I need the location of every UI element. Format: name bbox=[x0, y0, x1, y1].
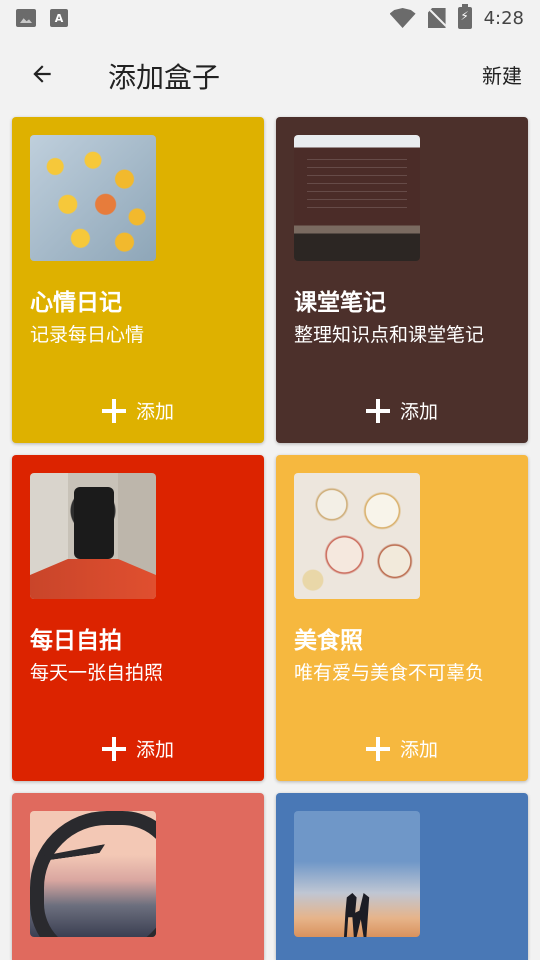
plus-icon bbox=[366, 736, 390, 761]
class-notes-thumbnail bbox=[294, 135, 420, 261]
no-sim-icon bbox=[427, 8, 446, 28]
card-title: 课堂笔记 bbox=[294, 290, 386, 316]
airplane-window-thumbnail bbox=[30, 811, 156, 937]
add-button[interactable]: 添加 bbox=[366, 735, 438, 762]
card-title: 每日自拍 bbox=[30, 628, 122, 654]
app-notification-icon: A bbox=[50, 9, 68, 27]
box-card-mood-diary[interactable]: 心情日记 记录每日心情 添加 bbox=[12, 117, 264, 443]
plus-icon bbox=[102, 398, 126, 423]
card-subtitle: 记录每日心情 bbox=[30, 324, 145, 346]
add-label: 添加 bbox=[136, 739, 175, 761]
image-notification-icon bbox=[16, 9, 36, 27]
add-label: 添加 bbox=[400, 401, 439, 423]
food-photos-thumbnail bbox=[294, 473, 420, 599]
add-button[interactable]: 添加 bbox=[102, 397, 174, 424]
sunset-couple-thumbnail bbox=[294, 811, 420, 937]
add-button[interactable]: 添加 bbox=[366, 397, 438, 424]
add-label: 添加 bbox=[400, 739, 439, 761]
page-title: 添加盒子 bbox=[108, 61, 221, 94]
card-subtitle: 唯有爱与美食不可辜负 bbox=[294, 662, 485, 684]
box-card-couple[interactable] bbox=[276, 793, 528, 960]
box-card-class-notes[interactable]: 课堂笔记 整理知识点和课堂笔记 添加 bbox=[276, 117, 528, 443]
wifi-icon bbox=[389, 8, 416, 28]
box-card-daily-selfie[interactable]: 每日自拍 每天一张自拍照 添加 bbox=[12, 455, 264, 781]
add-label: 添加 bbox=[136, 401, 175, 423]
card-subtitle: 每天一张自拍照 bbox=[30, 662, 164, 684]
box-card-travel[interactable] bbox=[12, 793, 264, 960]
plus-icon bbox=[102, 736, 126, 761]
daily-selfie-thumbnail bbox=[30, 473, 156, 599]
plus-icon bbox=[366, 398, 390, 423]
mood-diary-thumbnail bbox=[30, 135, 156, 261]
card-title: 心情日记 bbox=[30, 290, 122, 316]
status-bar: A 4:28 bbox=[0, 0, 540, 36]
box-card-food-photos[interactable]: 美食照 唯有爱与美食不可辜负 添加 bbox=[276, 455, 528, 781]
app-bar: 添加盒子 新建 bbox=[0, 36, 540, 112]
new-button[interactable]: 新建 bbox=[482, 60, 522, 89]
battery-charging-icon bbox=[457, 4, 472, 29]
card-subtitle: 整理知识点和课堂笔记 bbox=[294, 324, 485, 346]
card-title: 美食照 bbox=[294, 628, 363, 654]
clock: 4:28 bbox=[483, 7, 524, 29]
add-button[interactable]: 添加 bbox=[102, 735, 174, 762]
back-arrow-icon[interactable] bbox=[22, 54, 62, 94]
